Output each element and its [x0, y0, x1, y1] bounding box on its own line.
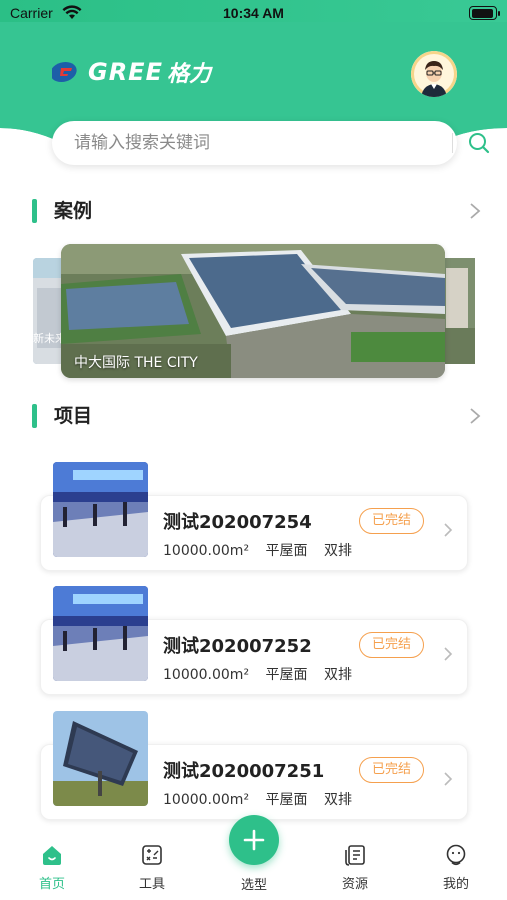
project-roof: 平屋面: [265, 667, 308, 683]
search-icon: [469, 133, 490, 154]
search-bar: [52, 121, 490, 165]
project-row: 双排: [323, 792, 352, 808]
projects-section-header: 项目: [32, 402, 487, 432]
status-badge: 已完结: [359, 508, 425, 534]
avatar[interactable]: [411, 51, 457, 97]
select-button[interactable]: [229, 815, 279, 865]
logo-subtext: 格力: [166, 61, 211, 87]
project-name: 测试2020007251: [163, 761, 325, 782]
document-icon: [345, 845, 365, 866]
chevron-right-icon: [443, 522, 453, 542]
case-caption: 中大国际 THE CITY: [74, 355, 198, 371]
tab-tools[interactable]: 工具: [122, 842, 182, 896]
search-button[interactable]: [458, 121, 500, 165]
project-name: 测试202007254: [163, 512, 312, 533]
project-name: 测试202007252: [163, 636, 312, 657]
cases-title: 案例: [54, 200, 93, 222]
projects-more-button[interactable]: [463, 404, 487, 428]
case-card-main[interactable]: 中大国际 THE CITY: [61, 244, 445, 378]
battery-icon: [469, 6, 500, 20]
clock: 10:34 AM: [223, 5, 284, 21]
tab-resources-label: 资源: [341, 877, 368, 892]
logo-text: GREE: [88, 58, 163, 86]
user-face-icon: [446, 844, 466, 866]
project-row: 双排: [323, 543, 352, 559]
tab-mine[interactable]: 我的: [426, 842, 486, 896]
cases-more-button[interactable]: [463, 199, 487, 223]
status-bar: Carrier 10:34 AM: [0, 0, 507, 28]
projects-title: 项目: [54, 405, 93, 427]
search-input[interactable]: [74, 121, 394, 165]
project-thumbnail: [53, 711, 148, 806]
gree-mark-icon: [52, 62, 77, 82]
project-area: 10000.00m²: [163, 543, 250, 559]
chevron-right-icon: [470, 408, 481, 424]
project-roof: 平屋面: [265, 792, 308, 808]
gree-logo: GREE 格力: [52, 56, 211, 88]
section-accent-bar: [32, 199, 37, 223]
case-card-next[interactable]: [440, 258, 475, 364]
chevron-right-icon: [470, 203, 481, 219]
status-badge: 已完结: [359, 632, 425, 658]
tab-tools-label: 工具: [138, 877, 165, 892]
home-icon: [43, 846, 61, 865]
project-roof: 平屋面: [265, 543, 308, 559]
section-accent-bar: [32, 404, 37, 428]
chevron-right-icon: [443, 771, 453, 791]
plus-icon: [243, 829, 265, 851]
project-meta: 10000.00m² 平屋面 双排: [163, 664, 364, 684]
search-divider: [452, 133, 453, 153]
tab-home-label: 首页: [38, 877, 65, 892]
project-row: 双排: [323, 667, 352, 683]
project-area: 10000.00m²: [163, 792, 250, 808]
case-carousel[interactable]: 新未来 中大国际 THE CITY: [0, 244, 507, 378]
calculator-icon: [142, 845, 162, 865]
user-avatar-icon: [411, 51, 457, 97]
tab-select-label: 选型: [240, 878, 267, 893]
tab-home[interactable]: 首页: [22, 842, 82, 896]
status-badge: 已完结: [359, 757, 425, 783]
project-area: 10000.00m²: [163, 667, 250, 683]
project-meta: 10000.00m² 平屋面 双排: [163, 789, 364, 809]
tab-mine-label: 我的: [442, 877, 469, 892]
cases-section-header: 案例: [32, 197, 487, 227]
project-meta: 10000.00m² 平屋面 双排: [163, 540, 364, 560]
project-thumbnail: [53, 586, 148, 681]
tab-resources[interactable]: 资源: [325, 842, 385, 896]
project-thumbnail: [53, 462, 148, 557]
chevron-right-icon: [443, 646, 453, 666]
